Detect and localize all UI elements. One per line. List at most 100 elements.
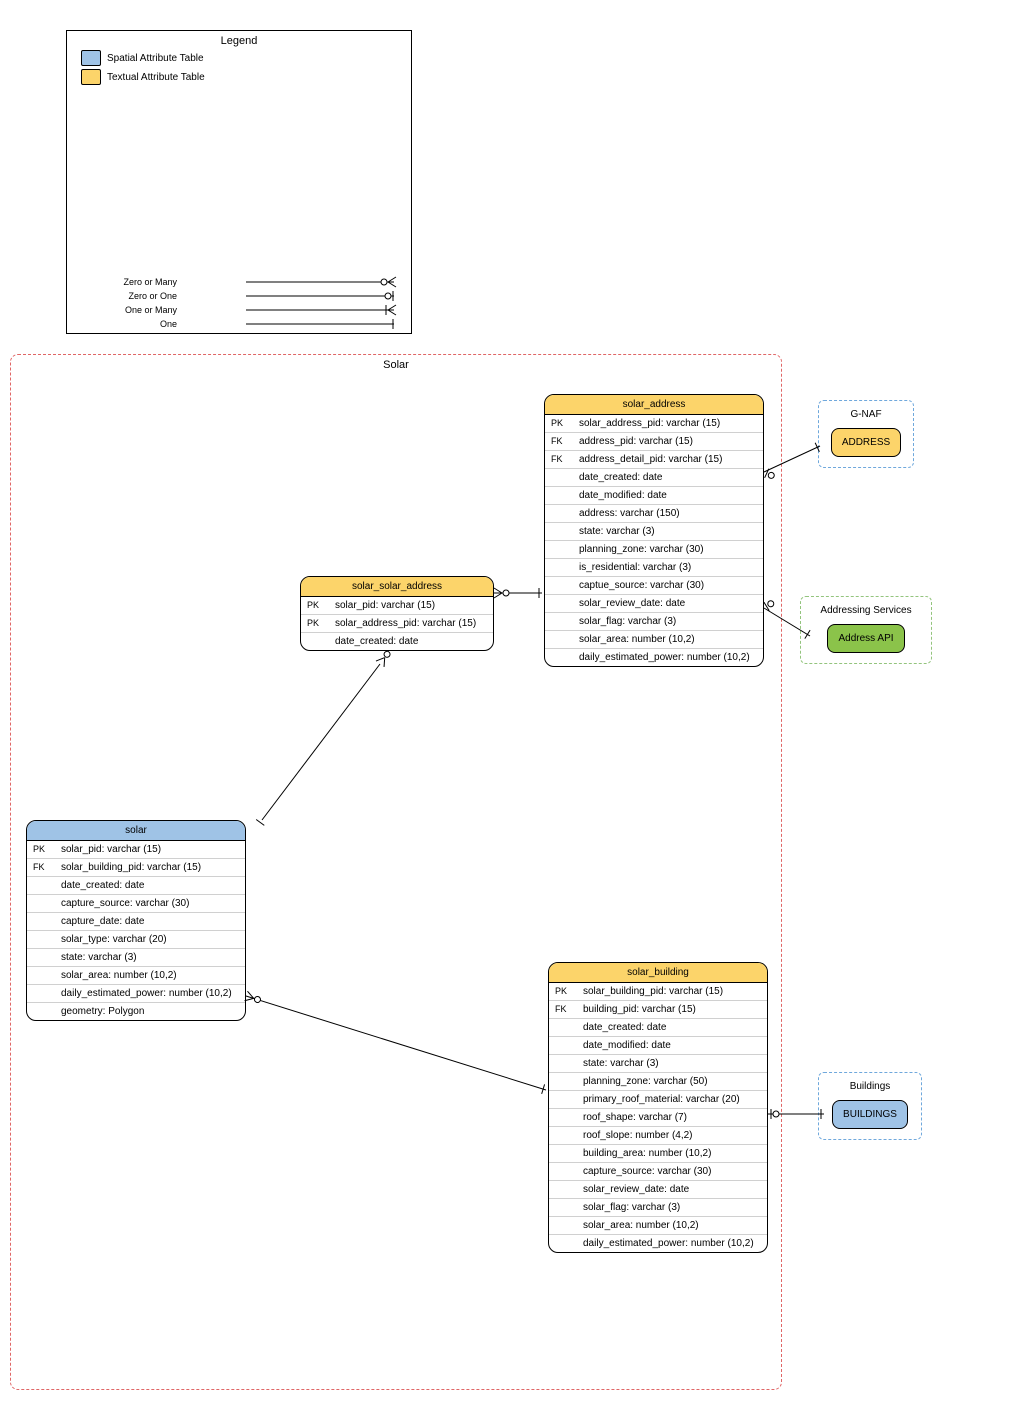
table-row: date_modified: date	[549, 1037, 767, 1055]
row-key	[545, 523, 579, 540]
table-row: PKsolar_pid: varchar (15)	[27, 841, 245, 859]
pkg-gnaf-chip: ADDRESS	[831, 428, 901, 457]
row-val: solar_type: varchar (20)	[61, 931, 245, 948]
table-row: daily_estimated_power: number (10,2)	[545, 649, 763, 666]
entity-header: solar	[27, 821, 245, 841]
table-row: capture_date: date	[27, 913, 245, 931]
swatch-textual	[81, 69, 101, 85]
row-key	[27, 913, 61, 930]
table-row: planning_zone: varchar (30)	[545, 541, 763, 559]
pkg-gnaf-title: G-NAF	[829, 409, 903, 420]
row-val: captue_source: varchar (30)	[579, 577, 763, 594]
row-val: daily_estimated_power: number (10,2)	[579, 649, 763, 666]
row-val: solar_review_date: date	[579, 595, 763, 612]
row-key	[27, 895, 61, 912]
table-row: capture_source: varchar (30)	[27, 895, 245, 913]
legend-title: Legend	[67, 35, 411, 47]
table-row: daily_estimated_power: number (10,2)	[27, 985, 245, 1003]
legend-label-one-many: One or Many	[125, 305, 177, 315]
row-key	[545, 595, 579, 612]
table-row: date_modified: date	[545, 487, 763, 505]
row-val: solar_address_pid: varchar (15)	[579, 415, 763, 432]
table-row: solar_type: varchar (20)	[27, 931, 245, 949]
table-row: building_area: number (10,2)	[549, 1145, 767, 1163]
row-val: solar_flag: varchar (3)	[579, 613, 763, 630]
row-val: date_created: date	[583, 1019, 767, 1036]
table-row: FKsolar_building_pid: varchar (15)	[27, 859, 245, 877]
table-row: solar_flag: varchar (3)	[545, 613, 763, 631]
row-key	[27, 931, 61, 948]
row-val: date_created: date	[335, 633, 493, 650]
row-key	[545, 559, 579, 576]
table-row: address: varchar (150)	[545, 505, 763, 523]
row-key: PK	[545, 415, 579, 432]
row-val: state: varchar (3)	[61, 949, 245, 966]
row-key	[27, 1003, 61, 1020]
table-row: PKsolar_pid: varchar (15)	[301, 597, 493, 615]
table-row: state: varchar (3)	[549, 1055, 767, 1073]
table-row: roof_slope: number (4,2)	[549, 1127, 767, 1145]
row-key	[549, 1037, 583, 1054]
row-key	[27, 967, 61, 984]
legend-box: Legend Spatial Attribute Table Textual A…	[66, 30, 412, 334]
row-key	[549, 1019, 583, 1036]
row-key: FK	[545, 433, 579, 450]
row-key	[27, 949, 61, 966]
row-val: state: varchar (3)	[583, 1055, 767, 1072]
pkg-buildings: Buildings BUILDINGS	[818, 1072, 922, 1140]
entity-solar-building: solar_buildingPKsolar_building_pid: varc…	[548, 962, 768, 1253]
row-val: planning_zone: varchar (50)	[583, 1073, 767, 1090]
row-val: roof_slope: number (4,2)	[583, 1127, 767, 1144]
row-key	[549, 1091, 583, 1108]
row-val: date_created: date	[579, 469, 763, 486]
row-key: FK	[27, 859, 61, 876]
row-val: solar_address_pid: varchar (15)	[335, 615, 493, 632]
pkg-gnaf: G-NAF ADDRESS	[818, 400, 914, 468]
row-key	[545, 631, 579, 648]
row-key	[545, 541, 579, 558]
row-val: planning_zone: varchar (30)	[579, 541, 763, 558]
row-key	[549, 1217, 583, 1234]
row-val: solar_area: number (10,2)	[583, 1217, 767, 1234]
row-key	[27, 985, 61, 1002]
row-key	[549, 1235, 583, 1252]
entity-header: solar_address	[545, 395, 763, 415]
pkg-addrsvc-chip: Address API	[827, 624, 904, 653]
row-val: solar_pid: varchar (15)	[335, 597, 493, 614]
row-val: solar_building_pid: varchar (15)	[583, 983, 767, 1000]
table-row: date_created: date	[301, 633, 493, 650]
row-val: daily_estimated_power: number (10,2)	[61, 985, 245, 1002]
row-val: solar_pid: varchar (15)	[61, 841, 245, 858]
table-row: date_created: date	[545, 469, 763, 487]
row-val: solar_area: number (10,2)	[579, 631, 763, 648]
table-row: date_created: date	[549, 1019, 767, 1037]
entity-solar-solar-address: solar_solar_addressPKsolar_pid: varchar …	[300, 576, 494, 651]
row-val: is_residential: varchar (3)	[579, 559, 763, 576]
row-key	[549, 1163, 583, 1180]
table-row: solar_area: number (10,2)	[545, 631, 763, 649]
legend-row-textual: Textual Attribute Table	[81, 69, 411, 85]
table-row: state: varchar (3)	[545, 523, 763, 541]
swatch-spatial	[81, 50, 101, 66]
table-row: geometry: Polygon	[27, 1003, 245, 1020]
table-row: daily_estimated_power: number (10,2)	[549, 1235, 767, 1252]
row-val: capture_date: date	[61, 913, 245, 930]
row-val: solar_flag: varchar (3)	[583, 1199, 767, 1216]
row-key	[545, 613, 579, 630]
entity-header: solar_building	[549, 963, 767, 983]
row-key	[549, 1181, 583, 1198]
pkg-buildings-chip: BUILDINGS	[832, 1100, 908, 1129]
row-val: date_created: date	[61, 877, 245, 894]
row-val: state: varchar (3)	[579, 523, 763, 540]
table-row: FKaddress_pid: varchar (15)	[545, 433, 763, 451]
pkg-addrsvc: Addressing Services Address API	[800, 596, 932, 664]
row-key: FK	[549, 1001, 583, 1018]
row-val: solar_review_date: date	[583, 1181, 767, 1198]
row-key	[549, 1127, 583, 1144]
table-row: FKaddress_detail_pid: varchar (15)	[545, 451, 763, 469]
table-row: solar_area: number (10,2)	[549, 1217, 767, 1235]
row-val: geometry: Polygon	[61, 1003, 245, 1020]
table-row: solar_review_date: date	[545, 595, 763, 613]
row-val: date_modified: date	[583, 1037, 767, 1054]
row-key: PK	[301, 597, 335, 614]
